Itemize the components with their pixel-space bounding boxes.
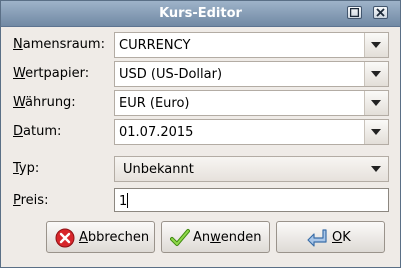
price-value: 1 (119, 194, 128, 209)
cancel-label: Abbrechen (79, 230, 150, 245)
currency-combo[interactable]: EUR (Euro) (114, 90, 389, 116)
namespace-value: CURRENCY (119, 38, 191, 53)
currency-dropdown-button[interactable] (364, 91, 388, 115)
kurs-editor-dialog: Kurs-Editor Namensraum: CURRENCY Wertpap… (0, 0, 401, 268)
ok-label: OK (332, 230, 351, 245)
namespace-row: Namensraum: CURRENCY (1, 32, 400, 58)
ok-button[interactable]: OK (276, 221, 385, 253)
security-value: USD (US-Dollar) (119, 67, 223, 82)
type-label: Typ: (13, 161, 40, 176)
chevron-down-icon (371, 129, 381, 135)
type-combo[interactable]: Unbekannt (114, 156, 389, 182)
security-row: Wertpapier: USD (US-Dollar) (1, 61, 400, 87)
security-combo[interactable]: USD (US-Dollar) (114, 61, 389, 87)
checkmark-icon (170, 229, 190, 246)
currency-label: Währung: (13, 95, 76, 110)
close-icon (376, 8, 385, 17)
chevron-down-icon (371, 166, 381, 172)
namespace-combo[interactable]: CURRENCY (114, 32, 389, 58)
price-value-wrap: 1 (119, 193, 129, 209)
date-row: Datum: 01.07.2015 (1, 119, 400, 145)
close-button[interactable] (373, 6, 388, 19)
namespace-label: Namensraum: (13, 37, 105, 52)
cancel-button[interactable]: Abbrechen (46, 221, 155, 253)
currency-value: EUR (Euro) (119, 96, 190, 111)
maximize-button[interactable] (347, 6, 362, 19)
chevron-down-icon (371, 71, 381, 77)
date-picker-button[interactable] (364, 120, 388, 144)
enter-arrow-icon (307, 229, 327, 247)
namespace-dropdown-button[interactable] (364, 33, 388, 57)
currency-row: Währung: EUR (Euro) (1, 90, 400, 116)
price-label: Preis: (13, 193, 49, 208)
type-dropdown-button[interactable] (365, 157, 388, 181)
cancel-icon (55, 228, 75, 248)
maximize-icon (350, 8, 359, 17)
security-dropdown-button[interactable] (364, 62, 388, 86)
price-row: Preis: 1 (1, 188, 400, 214)
apply-button[interactable]: Anwenden (161, 221, 270, 253)
date-label: Datum: (13, 124, 62, 139)
chevron-down-icon (371, 42, 381, 48)
type-row: Typ: Unbekannt (1, 156, 400, 182)
date-value: 01.07.2015 (119, 125, 194, 140)
date-combo[interactable]: 01.07.2015 (114, 119, 389, 145)
price-input[interactable]: 1 (114, 188, 389, 212)
text-caret (127, 193, 129, 208)
security-label: Wertpapier: (13, 66, 90, 81)
chevron-down-icon (371, 100, 381, 106)
apply-label: Anwenden (193, 230, 262, 245)
type-value: Unbekannt (123, 162, 194, 177)
title-bar[interactable]: Kurs-Editor (1, 1, 400, 27)
window-title: Kurs-Editor (159, 6, 242, 21)
